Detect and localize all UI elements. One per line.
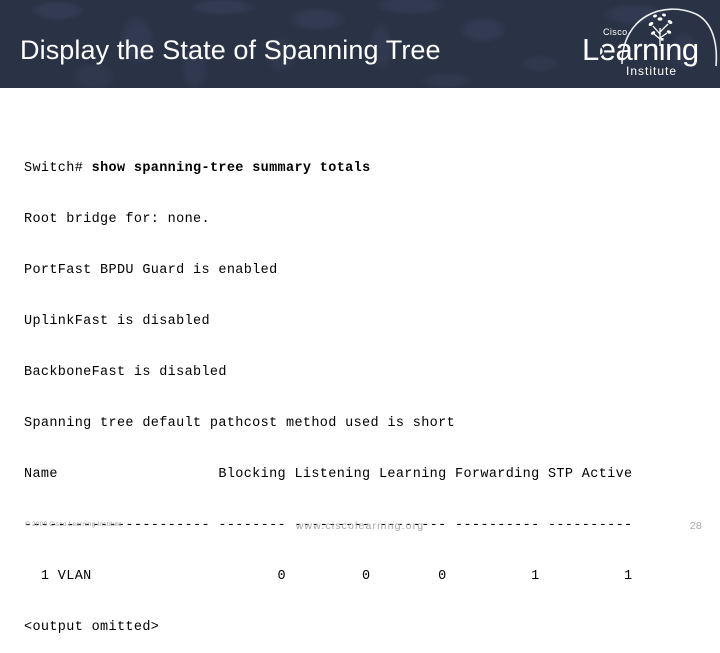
terminal-table-row: 1 VLAN 0 0 0 1 1 bbox=[24, 569, 633, 584]
terminal-output-omitted: <output omitted> bbox=[24, 620, 160, 635]
logo-artwork: Cisco Learning Institute bbox=[582, 8, 718, 78]
terminal-output: Switch# show spanning-tree summary total… bbox=[24, 126, 714, 653]
terminal-line: Spanning tree default pathcost method us… bbox=[24, 416, 456, 431]
terminal-prompt: Switch# bbox=[24, 161, 92, 176]
terminal-line: UplinkFast is disabled bbox=[24, 314, 210, 329]
logo-learning-text: Learning bbox=[582, 32, 699, 67]
cisco-learning-institute-logo: Cisco Learning Institute bbox=[560, 2, 720, 86]
logo-institute-text: Institute bbox=[626, 64, 677, 78]
terminal-line: BackboneFast is disabled bbox=[24, 365, 227, 380]
terminal-line: Root bridge for: none. bbox=[24, 212, 210, 227]
page-title: Display the State of Spanning Tree bbox=[20, 35, 441, 65]
terminal-table-header: Name Blocking Listening Learning Forward… bbox=[24, 467, 633, 482]
footer-url: www.ciscolearning.org bbox=[295, 520, 425, 532]
terminal-line: PortFast BPDU Guard is enabled bbox=[24, 263, 278, 278]
footer-page-number: 28 bbox=[689, 520, 702, 532]
terminal-command: show spanning-tree summary totals bbox=[91, 161, 371, 176]
slide-header: Display the State of Spanning Tree Cisco… bbox=[0, 0, 720, 88]
terminal-command-line: Switch# show spanning-tree summary total… bbox=[24, 160, 714, 177]
